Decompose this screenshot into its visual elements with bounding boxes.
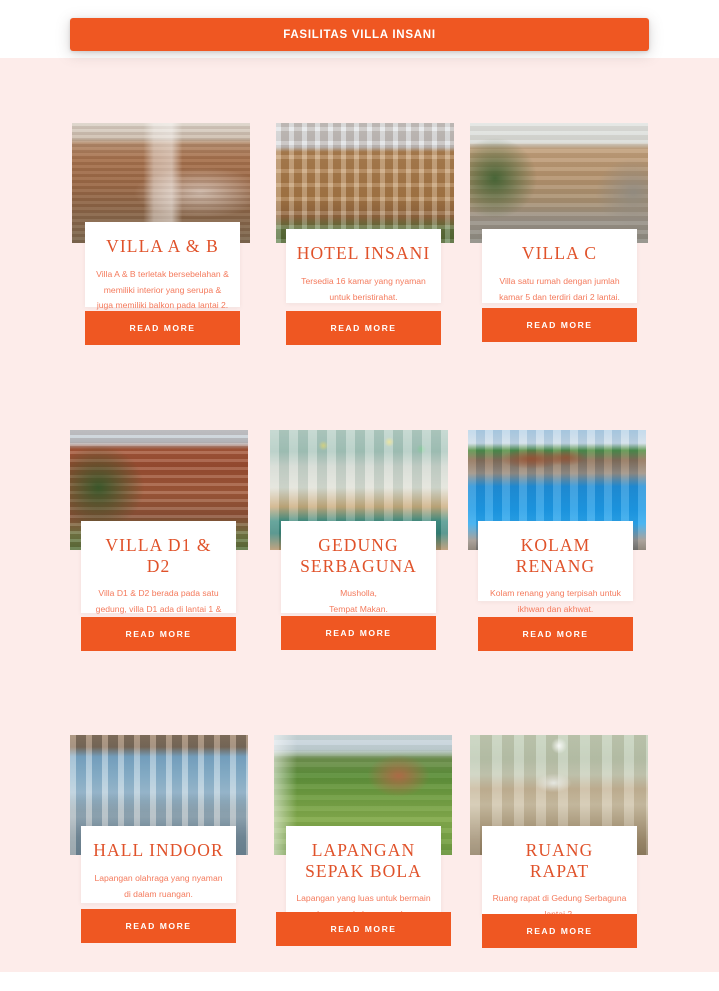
card-title: VILLA A & B xyxy=(106,236,219,256)
card-title: VILLA C xyxy=(521,243,598,263)
villa-d1-d2-info-panel: VILLA D1 & D2 Villa D1 & D2 berada pada … xyxy=(81,521,236,630)
read-more-button-villa-d1-d2[interactable]: READ MORE xyxy=(81,617,236,651)
read-more-label: READ MORE xyxy=(125,921,192,931)
read-more-button-kolam-renang[interactable]: READ MORE xyxy=(478,617,633,651)
card-title: GEDUNG SERBAGUNA xyxy=(300,535,417,576)
read-more-label: READ MORE xyxy=(526,926,593,936)
lapangan-sepak-bola-info-panel: LAPANGAN SEPAK BOLA Lapangan yang luas u… xyxy=(286,826,441,919)
card-title: VILLA D1 & D2 xyxy=(105,535,212,576)
villa-c-photo xyxy=(470,123,648,243)
hotel-insani-info-panel: HOTEL INSANI Tersedia 16 kamar yang nyam… xyxy=(286,229,441,303)
read-more-label: READ MORE xyxy=(522,629,589,639)
header-zone: FASILITAS VILLA INSANI xyxy=(0,0,719,58)
ruang-rapat-info-panel: RUANG RAPAT Ruang rapat di Gedung Serbag… xyxy=(482,826,637,919)
read-more-button-villa-c[interactable]: READ MORE xyxy=(482,308,637,342)
read-more-button-villa-a-b[interactable]: READ MORE xyxy=(85,311,240,345)
gedung-serbaguna-info-panel: GEDUNG SERBAGUNA Musholla, Tempat Makan. xyxy=(281,521,436,614)
read-more-label: READ MORE xyxy=(330,323,397,333)
kolam-renang-info-panel: KOLAM RENANG Kolam renang yang terpisah … xyxy=(478,521,633,614)
card-description: Lapangan olahraga yang nyaman di dalam r… xyxy=(94,872,223,899)
card-title: KOLAM RENANG xyxy=(515,535,596,576)
villa-c-info-panel: VILLA C Villa satu rumah dengan jumlah k… xyxy=(482,229,637,303)
card-title: HOTEL INSANI xyxy=(296,243,431,263)
card-title: LAPANGAN SEPAK BOLA xyxy=(305,840,422,881)
hall-indoor-info-panel: HALL INDOOR Lapangan olahraga yang nyama… xyxy=(81,826,236,903)
card-description: Tersedia 16 kamar yang nyaman untuk beri… xyxy=(301,275,426,302)
read-more-button-ruang-rapat[interactable]: READ MORE xyxy=(482,914,637,948)
read-more-button-hall-indoor[interactable]: READ MORE xyxy=(81,909,236,943)
read-more-label: READ MORE xyxy=(526,320,593,330)
banner-title: FASILITAS VILLA INSANI xyxy=(283,28,436,41)
facility-card-grid: VILLA A & B Villa A & B terletak bersebe… xyxy=(0,0,719,991)
read-more-label: READ MORE xyxy=(325,628,392,638)
read-more-button-lapangan-sepak-bola[interactable]: READ MORE xyxy=(276,912,451,946)
card-title: HALL INDOOR xyxy=(93,840,224,860)
card-title: RUANG RAPAT xyxy=(525,840,594,881)
fasilitas-villa-insani-banner[interactable]: FASILITAS VILLA INSANI xyxy=(70,18,649,51)
read-more-label: READ MORE xyxy=(125,629,192,639)
read-more-button-gedung-serbaguna[interactable]: READ MORE xyxy=(281,616,436,650)
card-description: Villa A & B terletak bersebelahan & memi… xyxy=(96,268,229,311)
read-more-label: READ MORE xyxy=(129,323,196,333)
hotel-insani-photo xyxy=(276,123,454,243)
read-more-label: READ MORE xyxy=(330,924,397,934)
villa-a-b-info-panel: VILLA A & B Villa A & B terletak bersebe… xyxy=(85,222,240,310)
card-description: Kolam renang yang terpisah untuk ikhwan … xyxy=(490,588,621,615)
read-more-button-hotel-insani[interactable]: READ MORE xyxy=(286,311,441,345)
card-description: Musholla, Tempat Makan. xyxy=(329,588,388,615)
card-description: Villa satu rumah dengan jumlah kamar 5 d… xyxy=(499,275,620,302)
